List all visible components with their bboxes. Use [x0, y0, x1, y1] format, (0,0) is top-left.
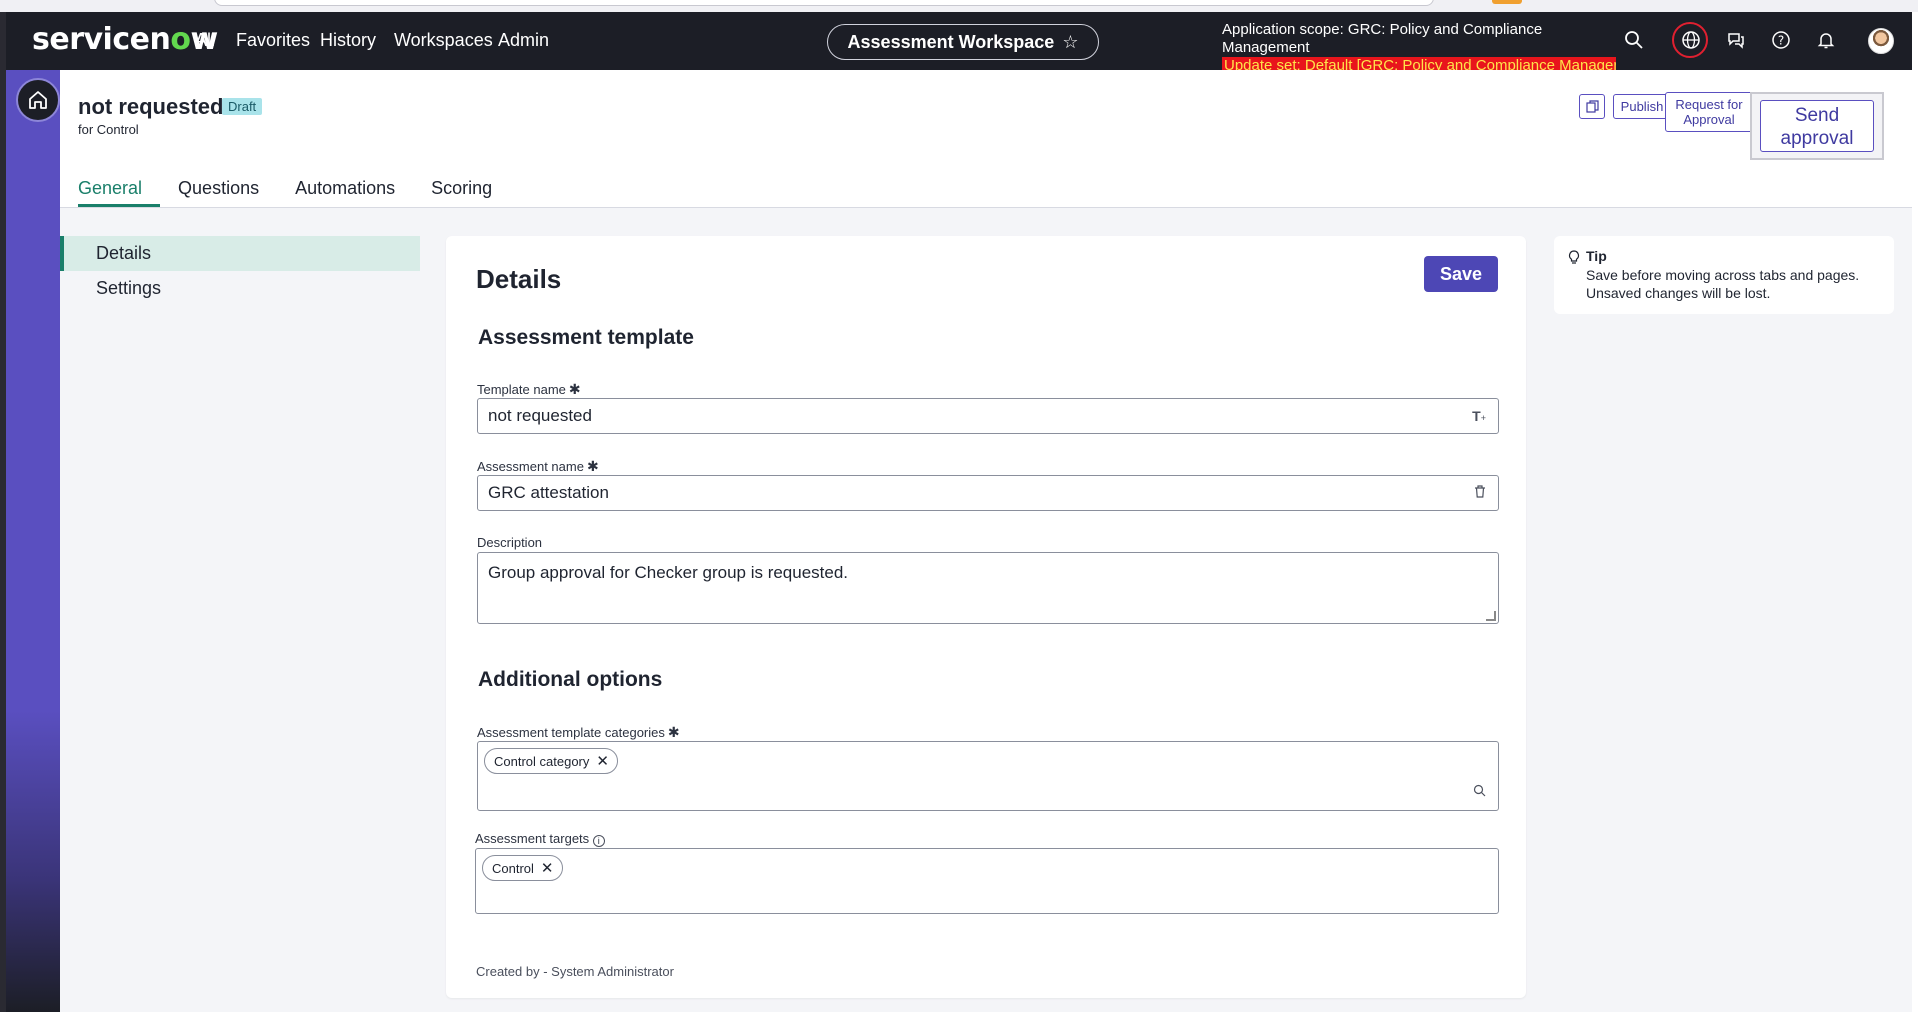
tab-general[interactable]: General: [78, 178, 161, 207]
copy-icon: [1585, 100, 1599, 113]
chip-label: Control category: [494, 753, 590, 769]
help-icon[interactable]: ?: [1771, 30, 1793, 52]
targets-field[interactable]: Control ✕: [475, 848, 1499, 914]
search-icon[interactable]: [1624, 30, 1646, 52]
top-navigation-bar: servicenow All Favorites History Workspa…: [6, 12, 1912, 75]
trash-icon[interactable]: [1474, 485, 1486, 501]
description-value: Group approval for Checker group is requ…: [488, 563, 849, 582]
tab-automations[interactable]: Automations: [295, 178, 413, 207]
scope-text: Application scope: GRC: Policy and Compl…: [1222, 21, 1543, 56]
description-textarea[interactable]: Group approval for Checker group is requ…: [477, 552, 1499, 624]
remove-chip-icon[interactable]: ✕: [541, 859, 554, 877]
window-frame-right: [1912, 12, 1918, 1012]
nav-admin[interactable]: Admin: [498, 30, 549, 51]
search-icon[interactable]: [1473, 784, 1486, 800]
request-for-approval-button[interactable]: Request for Approval: [1665, 92, 1753, 132]
remove-chip-icon[interactable]: ✕: [596, 752, 609, 770]
category-chip: Control category ✕: [484, 748, 618, 774]
notifications-bell-icon[interactable]: [1816, 30, 1838, 52]
nav-workspaces[interactable]: Workspaces: [394, 30, 493, 51]
required-asterisk-icon: ✱: [667, 724, 680, 740]
chip-label: Control: [492, 860, 534, 876]
tip-panel: Tip Save before moving across tabs and p…: [1554, 236, 1894, 314]
browser-address-bar[interactable]: [214, 0, 1434, 6]
description-label: Description: [477, 535, 543, 550]
globe-icon[interactable]: [1681, 30, 1703, 52]
home-button[interactable]: [16, 78, 60, 122]
servicenow-logo[interactable]: servicenow: [32, 22, 218, 57]
status-badge: Draft: [222, 98, 263, 115]
assessment-name-label: Assessment name ✱: [477, 458, 599, 474]
chat-icon[interactable]: [1726, 30, 1748, 52]
tip-text: Save before moving across tabs and pages…: [1586, 267, 1860, 301]
section-title-additional-options: Additional options: [478, 668, 663, 691]
template-name-field[interactable]: not requested T+: [477, 398, 1499, 434]
translate-text-icon[interactable]: T+: [1472, 408, 1486, 424]
target-chip: Control ✕: [482, 855, 563, 881]
categories-label: Assessment template categories ✱: [477, 724, 680, 740]
nav-favorites[interactable]: Favorites: [236, 30, 310, 51]
template-name-label: Template name ✱: [477, 381, 581, 397]
resize-grip-icon[interactable]: [1486, 611, 1496, 621]
user-avatar[interactable]: [1868, 28, 1894, 54]
lightbulb-icon: [1568, 250, 1580, 268]
assessment-name-value: GRC attestation: [488, 483, 609, 502]
required-asterisk-icon: ✱: [568, 381, 581, 397]
tab-questions[interactable]: Questions: [178, 178, 277, 207]
tip-title: Tip: [1586, 248, 1607, 264]
send-approval-highlight: Send approval: [1750, 92, 1884, 160]
save-button[interactable]: Save: [1424, 256, 1498, 292]
nav-all[interactable]: All: [195, 30, 215, 51]
page-subtitle: for Control: [78, 122, 139, 137]
subnav-item-details[interactable]: Details: [60, 236, 420, 271]
svg-text:?: ?: [1778, 34, 1784, 48]
section-title-assessment-template: Assessment template: [478, 326, 694, 349]
left-rail: [6, 70, 60, 1012]
created-by: Created by - System Administrator: [476, 964, 674, 979]
required-asterisk-icon: ✱: [586, 458, 599, 474]
section-subnav: Details Settings: [60, 236, 420, 306]
page-title: not requested: [78, 94, 224, 119]
browser-strip: [0, 0, 1918, 12]
nav-history[interactable]: History: [320, 30, 376, 51]
tab-scoring[interactable]: Scoring: [431, 178, 510, 207]
assessment-name-field[interactable]: GRC attestation: [477, 475, 1499, 511]
workspace-title: Assessment Workspace: [847, 31, 1055, 52]
star-icon[interactable]: ☆: [1062, 32, 1078, 53]
template-name-value: not requested: [488, 406, 592, 425]
categories-field[interactable]: Control category ✕: [477, 741, 1499, 811]
main-content: not requested Draft for Control Publish …: [60, 70, 1912, 1012]
subnav-item-settings[interactable]: Settings: [60, 271, 420, 306]
details-card: Details Save Assessment template Templat…: [446, 236, 1526, 998]
home-icon: [29, 91, 47, 109]
info-icon[interactable]: i: [592, 835, 605, 847]
publish-button[interactable]: Publish: [1613, 94, 1671, 119]
card-title: Details: [476, 264, 562, 294]
record-header: not requested Draft for Control Publish …: [60, 70, 1912, 208]
browser-extension-badge: [1492, 0, 1522, 4]
targets-label: Assessment targets i: [475, 831, 605, 847]
workspace-pill[interactable]: Assessment Workspace ☆: [827, 24, 1099, 60]
record-tabs: General Questions Automations Scoring: [78, 178, 528, 207]
copy-button[interactable]: [1579, 94, 1605, 119]
send-approval-button[interactable]: Send approval: [1760, 100, 1874, 152]
